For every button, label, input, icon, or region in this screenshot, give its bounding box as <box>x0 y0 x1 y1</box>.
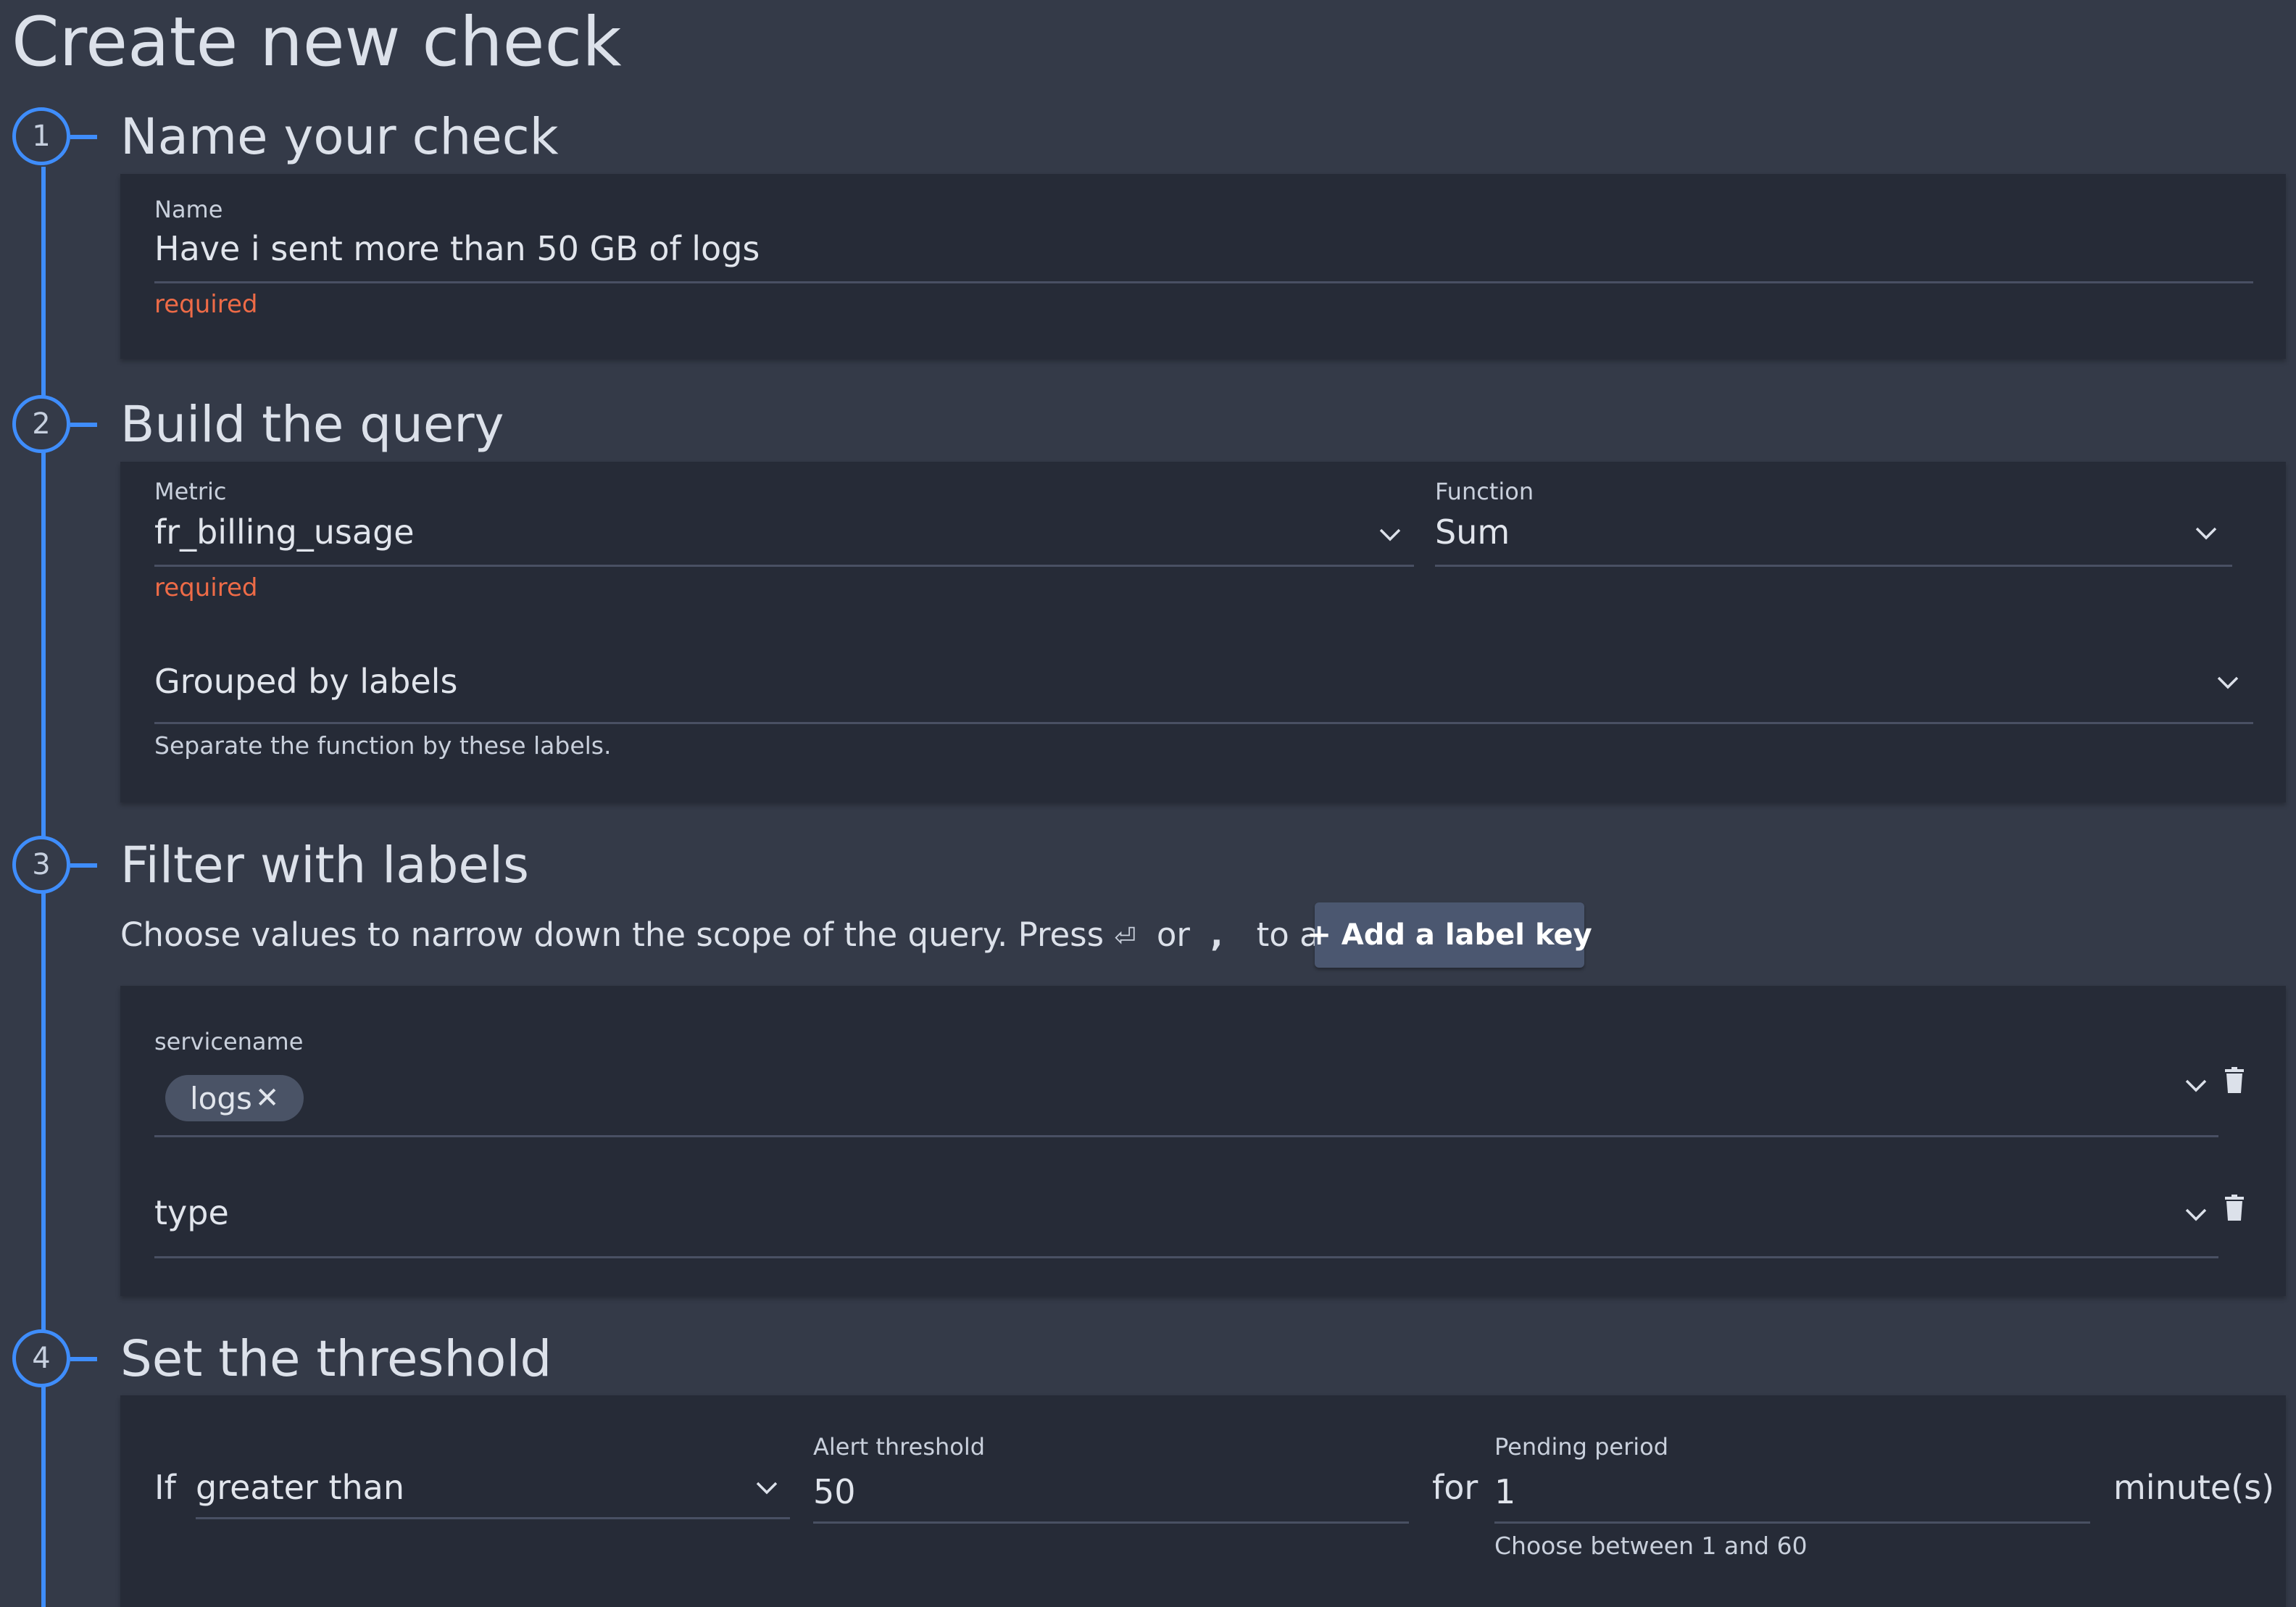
step-3-indicator: 3 <box>12 836 70 894</box>
filter-description-start: Choose values to narrow down the scope o… <box>120 915 1105 954</box>
filter-key-type-select[interactable]: type <box>154 1193 229 1232</box>
add-label-key-button[interactable]: + Add a label key <box>1307 902 1592 968</box>
alert-threshold-input[interactable]: 50 <box>813 1472 856 1511</box>
page-title: Create new check <box>12 3 622 82</box>
step-2-title: Build the query <box>120 396 504 454</box>
step-1-indicator: 1 <box>12 107 70 165</box>
close-icon[interactable]: ✕ <box>255 1081 280 1115</box>
name-input[interactable]: Have i sent more than 50 GB of logs <box>154 229 760 268</box>
enter-key-icon: ⏎ <box>1114 923 1136 952</box>
step-4-title: Set the threshold <box>120 1330 552 1388</box>
function-select[interactable]: Sum <box>1435 512 1510 552</box>
condition-select[interactable]: greater than <box>196 1468 404 1507</box>
step-4-indicator: 4 <box>12 1329 70 1387</box>
chevron-down-icon[interactable] <box>755 1480 778 1496</box>
filter-value-chip: logs ✕ <box>165 1075 304 1121</box>
grouped-select-underline <box>154 722 2253 724</box>
chevron-down-icon[interactable] <box>1378 527 1402 543</box>
trash-icon[interactable] <box>2225 1067 2244 1093</box>
filter-underline <box>154 1256 2218 1258</box>
unit-label: minute(s) <box>2113 1468 2275 1507</box>
chevron-down-icon[interactable] <box>2184 1207 2208 1223</box>
name-panel: Name Have i sent more than 50 GB of logs… <box>120 174 2286 359</box>
chevron-down-icon[interactable] <box>2184 1078 2208 1094</box>
grouped-by-labels-select[interactable]: Grouped by labels <box>154 662 457 701</box>
for-label: for <box>1432 1468 1478 1507</box>
filter-underline <box>154 1135 2218 1137</box>
pending-period-label: Pending period <box>1494 1433 1669 1461</box>
chevron-down-icon[interactable] <box>2195 526 2218 541</box>
name-required-message: required <box>154 290 258 319</box>
comma-key-glyph: , <box>1210 915 1223 954</box>
metric-required-message: required <box>154 573 258 602</box>
step-3-title: Filter with labels <box>120 836 529 894</box>
chip-label: logs <box>190 1080 252 1116</box>
pending-period-input[interactable]: 1 <box>1494 1472 1515 1511</box>
chevron-down-icon[interactable] <box>2216 675 2239 691</box>
filter-key-label: servicename <box>154 1028 304 1055</box>
pending-period-helper: Choose between 1 and 60 <box>1494 1532 1808 1560</box>
filter-description: Choose values to narrow down the scope o… <box>120 911 1467 962</box>
function-field-label: Function <box>1435 478 1534 505</box>
function-select-underline <box>1435 565 2232 567</box>
threshold-panel: If greater than Alert threshold 50 for P… <box>120 1395 2286 1607</box>
alert-threshold-underline <box>813 1521 1409 1524</box>
step-2-indicator: 2 <box>12 395 70 453</box>
metric-select[interactable]: fr_billing_usage <box>154 512 415 552</box>
step-3-connector <box>70 863 97 868</box>
trash-icon[interactable] <box>2225 1195 2244 1221</box>
grouped-helper-text: Separate the function by these labels. <box>154 731 612 760</box>
if-label: If <box>154 1468 176 1507</box>
filters-panel: servicename logs ✕ type <box>120 986 2286 1296</box>
query-panel: Metric fr_billing_usage required Functio… <box>120 462 2286 802</box>
step-1-connector <box>70 135 97 139</box>
alert-threshold-label: Alert threshold <box>813 1433 986 1461</box>
filter-description-or: or <box>1156 915 1190 954</box>
step-1-title: Name your check <box>120 108 559 166</box>
condition-select-underline <box>196 1517 790 1519</box>
pending-period-underline <box>1494 1521 2090 1524</box>
metric-field-label: Metric <box>154 478 227 505</box>
step-2-connector <box>70 423 97 427</box>
metric-select-underline <box>154 565 1414 567</box>
name-field-label: Name <box>154 196 223 223</box>
step-4-connector <box>70 1357 97 1361</box>
name-input-underline <box>154 281 2253 283</box>
